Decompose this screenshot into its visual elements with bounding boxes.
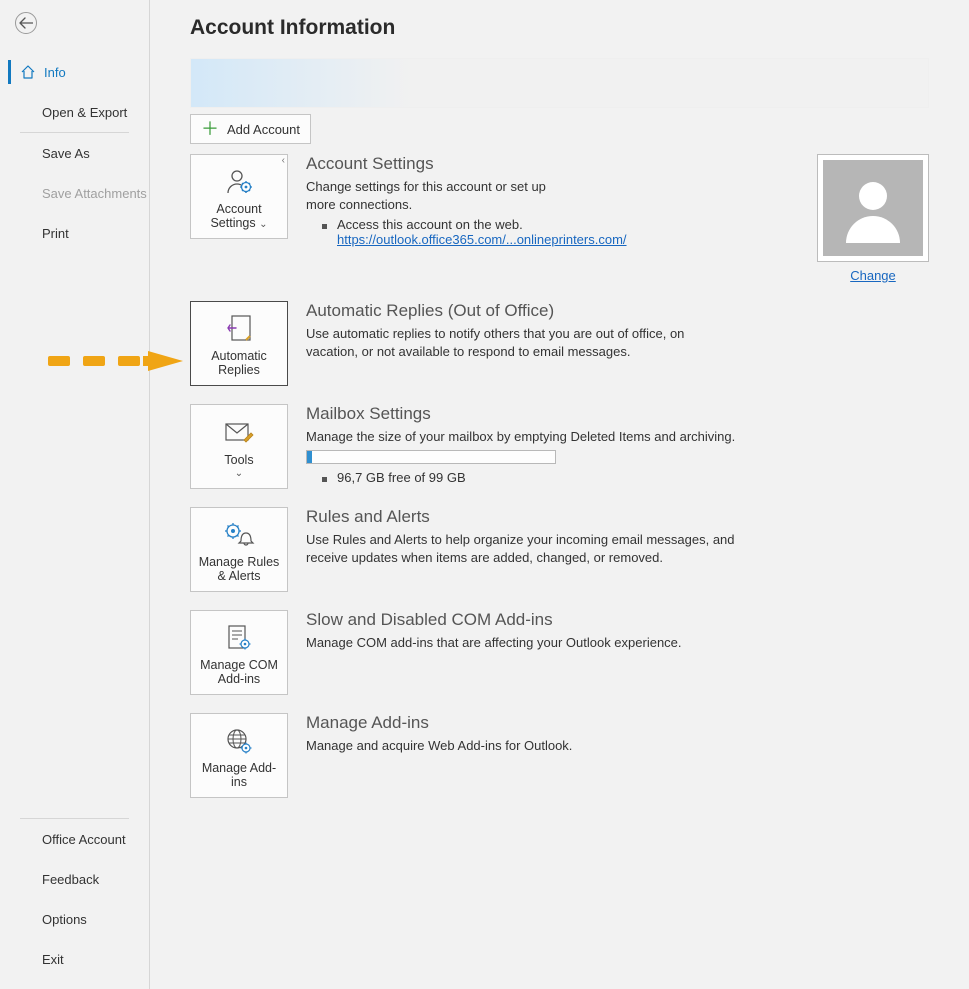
globe-gear-icon [225, 725, 253, 757]
mailbox-free-row: 96,7 GB free of 99 GB [322, 470, 929, 485]
tools-tile[interactable]: Tools ⌄ [190, 404, 288, 489]
person-gear-icon [224, 166, 254, 198]
section-heading: Manage Add-ins [306, 713, 929, 733]
section-heading: Rules and Alerts [306, 507, 929, 527]
nav-label: Save Attachments [42, 186, 147, 201]
section-heading: Mailbox Settings [306, 404, 929, 424]
section-automatic-replies: Automatic Replies Automatic Replies (Out… [190, 301, 929, 386]
back-button[interactable] [15, 12, 37, 34]
plus-icon: ＋ [201, 120, 219, 138]
nav-label: Exit [42, 952, 64, 967]
nav-bottom-group: Office Account Feedback Options Exit [0, 819, 149, 989]
section-rules-alerts: Manage Rules & Alerts Rules and Alerts U… [190, 507, 929, 592]
chevron-down-icon: ⌄ [259, 219, 267, 230]
nav-item-save-attachments: Save Attachments [0, 173, 149, 213]
page-title: Account Information [190, 16, 929, 40]
sheet-gear-icon [225, 622, 253, 654]
nav-label: Office Account [42, 832, 126, 847]
chevron-down-icon: ⌄ [235, 469, 243, 479]
manage-addins-tile[interactable]: Manage Add- ins [190, 713, 288, 798]
tile-label: Manage Rules & Alerts [199, 555, 280, 583]
tile-label: Account Settings ⌄ [210, 202, 267, 230]
section-mailbox-settings: Tools ⌄ Mailbox Settings Manage the size… [190, 404, 929, 489]
nav-item-print[interactable]: Print [0, 213, 149, 253]
section-desc: Use Rules and Alerts to help organize yo… [306, 531, 736, 566]
avatar-placeholder-icon [823, 160, 923, 256]
automatic-replies-tile[interactable]: Automatic Replies [190, 301, 288, 386]
nav-mid-group: Save As Save Attachments Print [0, 133, 149, 253]
bullet-icon [322, 224, 327, 229]
nav-item-open-export[interactable]: Open & Export [0, 92, 149, 132]
account-settings-tile[interactable]: ‹ Account Settings ⌄ [190, 154, 288, 239]
section-desc: Change settings for this account or set … [306, 178, 566, 213]
nav-item-save-as[interactable]: Save As [0, 133, 149, 173]
nav-item-info[interactable]: Info [0, 52, 149, 92]
manage-com-addins-tile[interactable]: Manage COM Add-ins [190, 610, 288, 695]
section-heading: Slow and Disabled COM Add-ins [306, 610, 929, 630]
avatar-frame [817, 154, 929, 262]
nav-label: Print [42, 226, 69, 241]
nav-item-options[interactable]: Options [0, 899, 149, 939]
bullet-text: Access this account on the web. [337, 217, 523, 232]
add-account-label: Add Account [227, 122, 300, 137]
owa-link[interactable]: https://outlook.office365.com/...onlinep… [337, 232, 627, 247]
section-desc: Manage and acquire Web Add-ins for Outlo… [306, 737, 806, 755]
section-desc: Use automatic replies to notify others t… [306, 325, 736, 360]
tile-label: Tools [224, 453, 253, 467]
section-com-addins: Manage COM Add-ins Slow and Disabled COM… [190, 610, 929, 695]
tile-label: Automatic Replies [211, 349, 267, 377]
auto-reply-icon [226, 313, 252, 345]
section-heading: Account Settings [306, 154, 787, 174]
change-photo-link[interactable]: Change [850, 268, 896, 283]
nav-label: Feedback [42, 872, 99, 887]
avatar-block: Change [817, 154, 929, 283]
nav-label: Save As [42, 146, 90, 161]
back-arrow-icon [19, 17, 33, 29]
nav-item-feedback[interactable]: Feedback [0, 859, 149, 899]
nav-item-office-account[interactable]: Office Account [0, 819, 149, 859]
section-desc: Manage the size of your mailbox by empty… [306, 428, 806, 446]
section-manage-addins: Manage Add- ins Manage Add-ins Manage an… [190, 713, 929, 798]
web-access-bullet: Access this account on the web. https://… [322, 217, 787, 247]
add-account-button[interactable]: ＋ Add Account [190, 114, 311, 144]
backstage-sidebar: Info Open & Export Save As Save Attachme… [0, 0, 150, 989]
gear-bell-icon [223, 519, 255, 551]
mailbox-usage-fill [307, 451, 312, 463]
nav-label: Info [44, 65, 66, 80]
bullet-icon [322, 477, 327, 482]
tile-label: Manage Add- ins [202, 761, 276, 789]
main-content: Account Information ＋ Add Account ‹ [150, 0, 969, 989]
nav-top-group: Info Open & Export [0, 52, 149, 132]
section-heading: Automatic Replies (Out of Office) [306, 301, 929, 321]
nav-label: Open & Export [42, 105, 127, 120]
envelope-tools-icon [224, 417, 254, 449]
collapse-caret-icon: ‹ [282, 155, 285, 166]
account-banner [190, 58, 929, 108]
nav-label: Options [42, 912, 87, 927]
mailbox-free-text: 96,7 GB free of 99 GB [337, 470, 466, 485]
mailbox-usage-bar [306, 450, 556, 464]
section-desc: Manage COM add-ins that are affecting yo… [306, 634, 806, 652]
manage-rules-alerts-tile[interactable]: Manage Rules & Alerts [190, 507, 288, 592]
section-account-settings: ‹ Account Settings ⌄ [190, 154, 929, 283]
home-icon [20, 64, 36, 80]
tile-label: Manage COM Add-ins [200, 658, 278, 686]
nav-item-exit[interactable]: Exit [0, 939, 149, 979]
